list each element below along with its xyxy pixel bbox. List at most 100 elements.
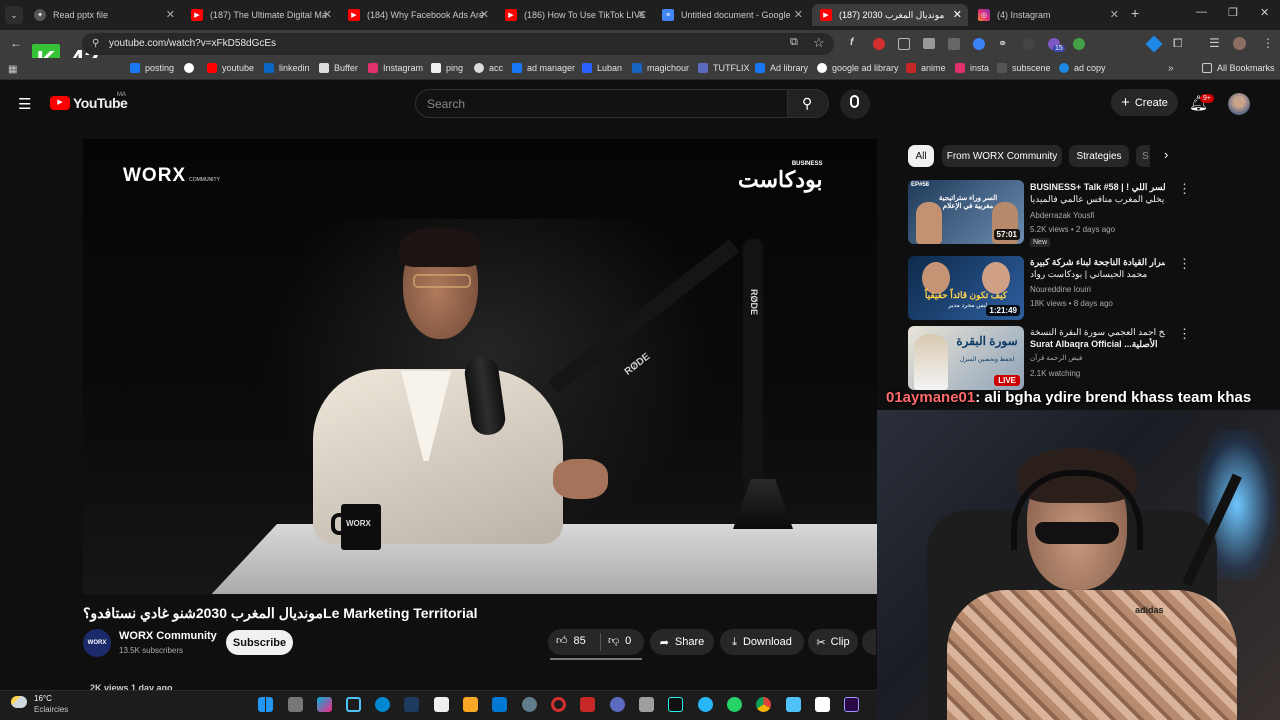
tab-tiktok-live[interactable]: ▶ (186) How To Use TikTok LIVE ✕	[497, 4, 652, 26]
rec-channel-1[interactable]: Abderrazak Yousfi	[1030, 211, 1095, 220]
chip-truncated[interactable]: S	[1136, 145, 1150, 167]
video-player[interactable]: WORX COMMUNITY BUSINESS بودكاست RØDE RØD…	[83, 139, 877, 594]
rec-thumbnail-2[interactable]: كيف تكون قائداً حقيقياً ليس مجرد مدير 1:…	[908, 256, 1024, 320]
bookmark-youtube[interactable]: youtube	[207, 63, 254, 73]
chip-strategies[interactable]: Strategies	[1069, 145, 1129, 167]
extension-camera-icon[interactable]	[923, 38, 935, 49]
opera-icon[interactable]	[551, 697, 566, 712]
clip-button[interactable]: ✂ Clip	[808, 629, 858, 655]
bookmark-luban[interactable]: Luban	[582, 63, 622, 73]
channel-avatar[interactable]: WORX	[83, 629, 111, 657]
copilot-icon[interactable]	[317, 697, 332, 712]
dislike-button[interactable]: 👎︎ 0	[608, 634, 631, 648]
rec-thumbnail-3[interactable]: سورة البقرة لحفظ وتحصين المنزل LIVE	[908, 326, 1024, 390]
search-button[interactable]: ⚲	[787, 89, 829, 118]
new-tab-button[interactable]: +	[1131, 5, 1139, 21]
minimize-icon[interactable]: —	[1196, 6, 1207, 18]
bookmark-star-icon[interactable]: ☆	[813, 35, 825, 51]
temperature[interactable]: 16°C	[34, 694, 52, 703]
bookmark-google-ad-library[interactable]: google ad library	[817, 63, 899, 73]
bookmark-anime[interactable]: anime	[906, 63, 946, 73]
tiktok-icon[interactable]	[668, 697, 683, 712]
app-icon-red[interactable]	[580, 697, 595, 712]
telegram-icon[interactable]	[698, 697, 713, 712]
rec-channel-3[interactable]: فيض الرحمة قرآن	[1030, 354, 1082, 362]
close-tab-icon[interactable]: ✕	[1110, 8, 1119, 21]
menu-kebab-icon[interactable]: ⋮	[1262, 36, 1274, 50]
bookmark-instagram[interactable]: Instagram	[368, 63, 423, 73]
chips-next-icon[interactable]: ›	[1164, 147, 1168, 162]
close-tab-icon[interactable]: ✕	[480, 8, 489, 21]
extension-box-icon[interactable]	[898, 38, 910, 50]
apps-grid-icon[interactable]: ▦	[8, 64, 17, 75]
like-button[interactable]: 👍︎ 85	[556, 634, 586, 648]
bookmark-magichour[interactable]: magichour	[632, 63, 689, 73]
app-icon-cyan[interactable]	[375, 697, 390, 712]
download-button[interactable]: ⤓ Download	[720, 629, 804, 655]
bookmark-linkedin[interactable]: linkedin	[264, 63, 310, 73]
restore-icon[interactable]: ❐	[1228, 6, 1238, 19]
app-icon-photos[interactable]	[786, 697, 801, 712]
rec-title-3[interactable]: الشيخ احمد العجمي سورة البقرة النسخة Sur…	[1030, 326, 1165, 350]
bookmarks-overflow-icon[interactable]: »	[1168, 63, 1174, 74]
bookmark-youtube-g[interactable]	[184, 63, 199, 73]
bookmark-subscene[interactable]: subscene	[997, 63, 1051, 73]
site-info-icon[interactable]: ⚲	[92, 38, 99, 49]
bookmark-ping[interactable]: ping	[431, 63, 463, 73]
subscribe-button[interactable]: Subscribe	[226, 630, 293, 655]
rec-title-2[interactable]: أسرار القيادة الناجحة لبناء شركة كبيرة |…	[1030, 256, 1165, 280]
close-tab-icon[interactable]: ✕	[637, 8, 646, 21]
rec-thumbnail-1[interactable]: EP#58 السر وراء ستراتيجية مغربية في الإع…	[908, 180, 1024, 244]
tab-google-doc[interactable]: ≡ Untitled document - Google ✕	[654, 4, 809, 26]
app-icon-globe[interactable]	[610, 697, 625, 712]
create-button[interactable]: + Create	[1111, 89, 1178, 116]
tab-instagram[interactable]: ◎ (4) Instagram ✕	[970, 4, 1125, 26]
app-icon-blue[interactable]	[346, 697, 361, 712]
share-button[interactable]: ➦ Share	[650, 629, 714, 655]
more-actions-button[interactable]	[862, 629, 876, 655]
profile-avatar[interactable]	[1233, 37, 1246, 50]
task-view-icon[interactable]	[288, 697, 303, 712]
back-icon[interactable]: ←	[10, 36, 22, 50]
rec-more-icon-2[interactable]: ⋮	[1178, 256, 1191, 272]
tab-digital-marketing[interactable]: ▶ (187) The Ultimate Digital Ma ✕	[183, 4, 338, 26]
bookmark-posting[interactable]: posting	[130, 63, 174, 73]
rec-channel-2[interactable]: Noureddine Iouiri	[1030, 285, 1091, 294]
windows-start-icon[interactable]	[258, 697, 273, 712]
notes-icon[interactable]	[434, 697, 449, 712]
weather-icon[interactable]	[11, 696, 27, 708]
rec-title-1[interactable]: BUSINESS+ Talk #58 | ! السر اللي يخلي ال…	[1030, 181, 1165, 205]
hamburger-menu-icon[interactable]: ☰	[18, 95, 31, 113]
extension-red-icon[interactable]	[873, 38, 885, 50]
chrome-icon[interactable]	[756, 697, 771, 712]
extension-dark-icon[interactable]	[1023, 38, 1035, 50]
bookmark-tutflix[interactable]: TUTFLIX	[698, 63, 750, 73]
extension-link-icon[interactable]: ⚭	[998, 37, 1007, 50]
tab-read-pptx[interactable]: ✦ Read pptx file ✕	[26, 4, 181, 26]
account-avatar[interactable]	[1228, 93, 1250, 115]
file-explorer-icon[interactable]	[463, 697, 478, 712]
extension-chrome-icon[interactable]	[973, 38, 985, 50]
reading-list-icon[interactable]: ☰	[1209, 36, 1220, 50]
chip-from-worx[interactable]: From WORX Community	[942, 145, 1062, 167]
app-icon-script[interactable]	[404, 697, 419, 712]
close-tab-icon[interactable]: ✕	[323, 8, 332, 21]
url-text[interactable]: youtube.com/watch?v=xFkD58dGcEs	[109, 38, 276, 49]
notion-icon[interactable]	[815, 697, 830, 712]
bookmark-insta[interactable]: insta	[955, 63, 989, 73]
bookmark-buffer[interactable]: Buffer	[319, 63, 358, 73]
app-icon-image[interactable]	[639, 697, 654, 712]
close-window-icon[interactable]: ✕	[1260, 6, 1269, 19]
rec-more-icon-3[interactable]: ⋮	[1178, 326, 1191, 342]
outlook-icon[interactable]	[492, 697, 507, 712]
tab-facebook-ads[interactable]: ▶ (184) Why Facebook Ads Are ✕	[340, 4, 495, 26]
extension-green-icon[interactable]	[1073, 38, 1085, 50]
extension-grid-icon[interactable]	[948, 38, 960, 50]
voice-search-button[interactable]	[840, 89, 870, 119]
close-tab-icon[interactable]: ✕	[794, 8, 803, 21]
premiere-icon[interactable]	[844, 697, 859, 712]
youtube-logo[interactable]: ▶ YouTube	[50, 95, 128, 111]
bookmark-ad-library[interactable]: Ad library	[755, 63, 808, 73]
channel-name[interactable]: WORX Community	[119, 630, 217, 642]
close-tab-icon[interactable]: ✕	[953, 8, 962, 21]
